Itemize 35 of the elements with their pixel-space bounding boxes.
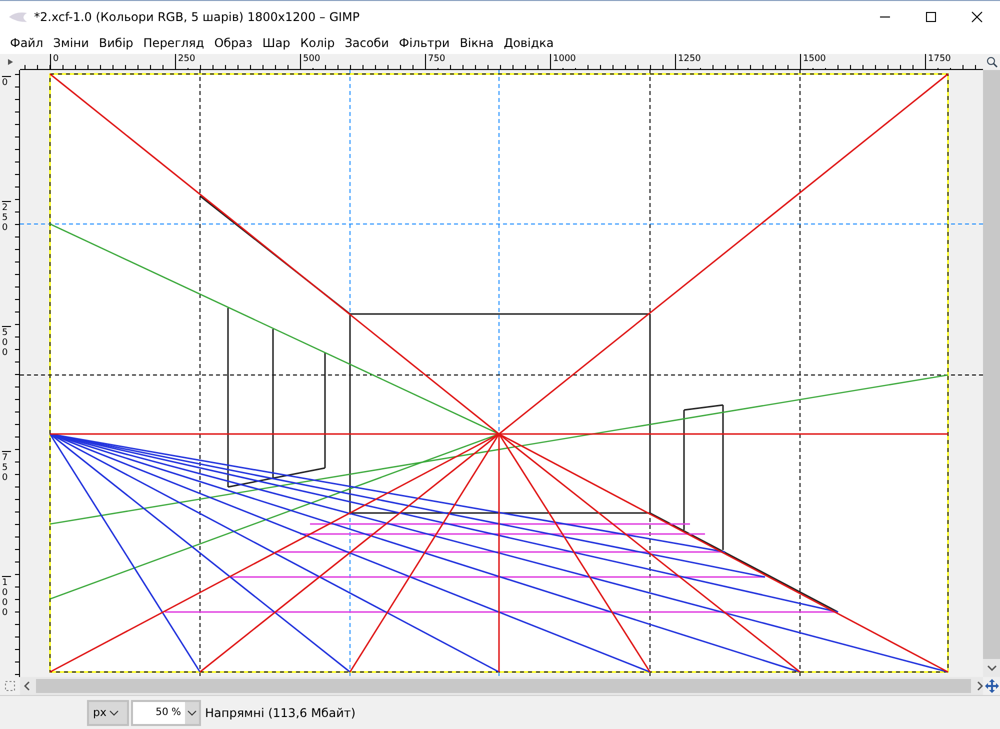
zoom-field[interactable]: 50 %: [131, 700, 201, 726]
menu-item[interactable]: Образ: [210, 36, 258, 50]
menu-item[interactable]: Зміни: [49, 36, 95, 50]
ruler-label: 1000: [550, 54, 576, 68]
menu-item[interactable]: Шар: [258, 36, 296, 50]
menu-item[interactable]: Вибір: [94, 36, 140, 50]
window-title: *2.xcf-1.0 (Кольори RGB, 5 шарів) 1800x1200 – GIMP: [34, 10, 360, 24]
menu-item[interactable]: Файл: [6, 36, 50, 50]
menu-item[interactable]: Фільтри: [394, 36, 456, 50]
app-icon: [8, 10, 28, 22]
ruler-label: 250: [175, 54, 196, 68]
scroll-right-icon[interactable]: [977, 681, 983, 691]
chevron-down-icon: [108, 710, 118, 716]
ruler-label: 500: [300, 54, 320, 68]
ruler-label: 1250: [675, 54, 701, 68]
maximize-icon[interactable]: [925, 10, 937, 22]
menu-item[interactable]: Колір: [296, 36, 341, 50]
unit-dropdown[interactable]: px: [87, 700, 129, 726]
ruler-label: 0: [50, 54, 59, 68]
menu-item[interactable]: Вікна: [456, 36, 500, 50]
chevron-down-icon[interactable]: [187, 710, 197, 716]
menu-item[interactable]: Довідка: [500, 36, 560, 50]
menu-item[interactable]: Засоби: [340, 36, 395, 50]
vertical-scrollbar[interactable]: [983, 70, 1000, 677]
ruler-label: 1500: [800, 54, 826, 68]
triangle-arrow-icon[interactable]: [5, 57, 15, 67]
scroll-down-icon[interactable]: [986, 665, 996, 671]
status-message: Напрямні (113,6 Мбайт): [205, 706, 356, 720]
ruler-label: 1750: [925, 54, 951, 68]
close-icon[interactable]: [971, 10, 983, 22]
horizontal-scrollbar[interactable]: [20, 677, 983, 695]
menu-item[interactable]: Перегляд: [139, 36, 210, 50]
scroll-left-icon[interactable]: [24, 681, 30, 691]
ruler-label: 750: [425, 54, 446, 68]
navigate-icon[interactable]: [983, 677, 1000, 695]
